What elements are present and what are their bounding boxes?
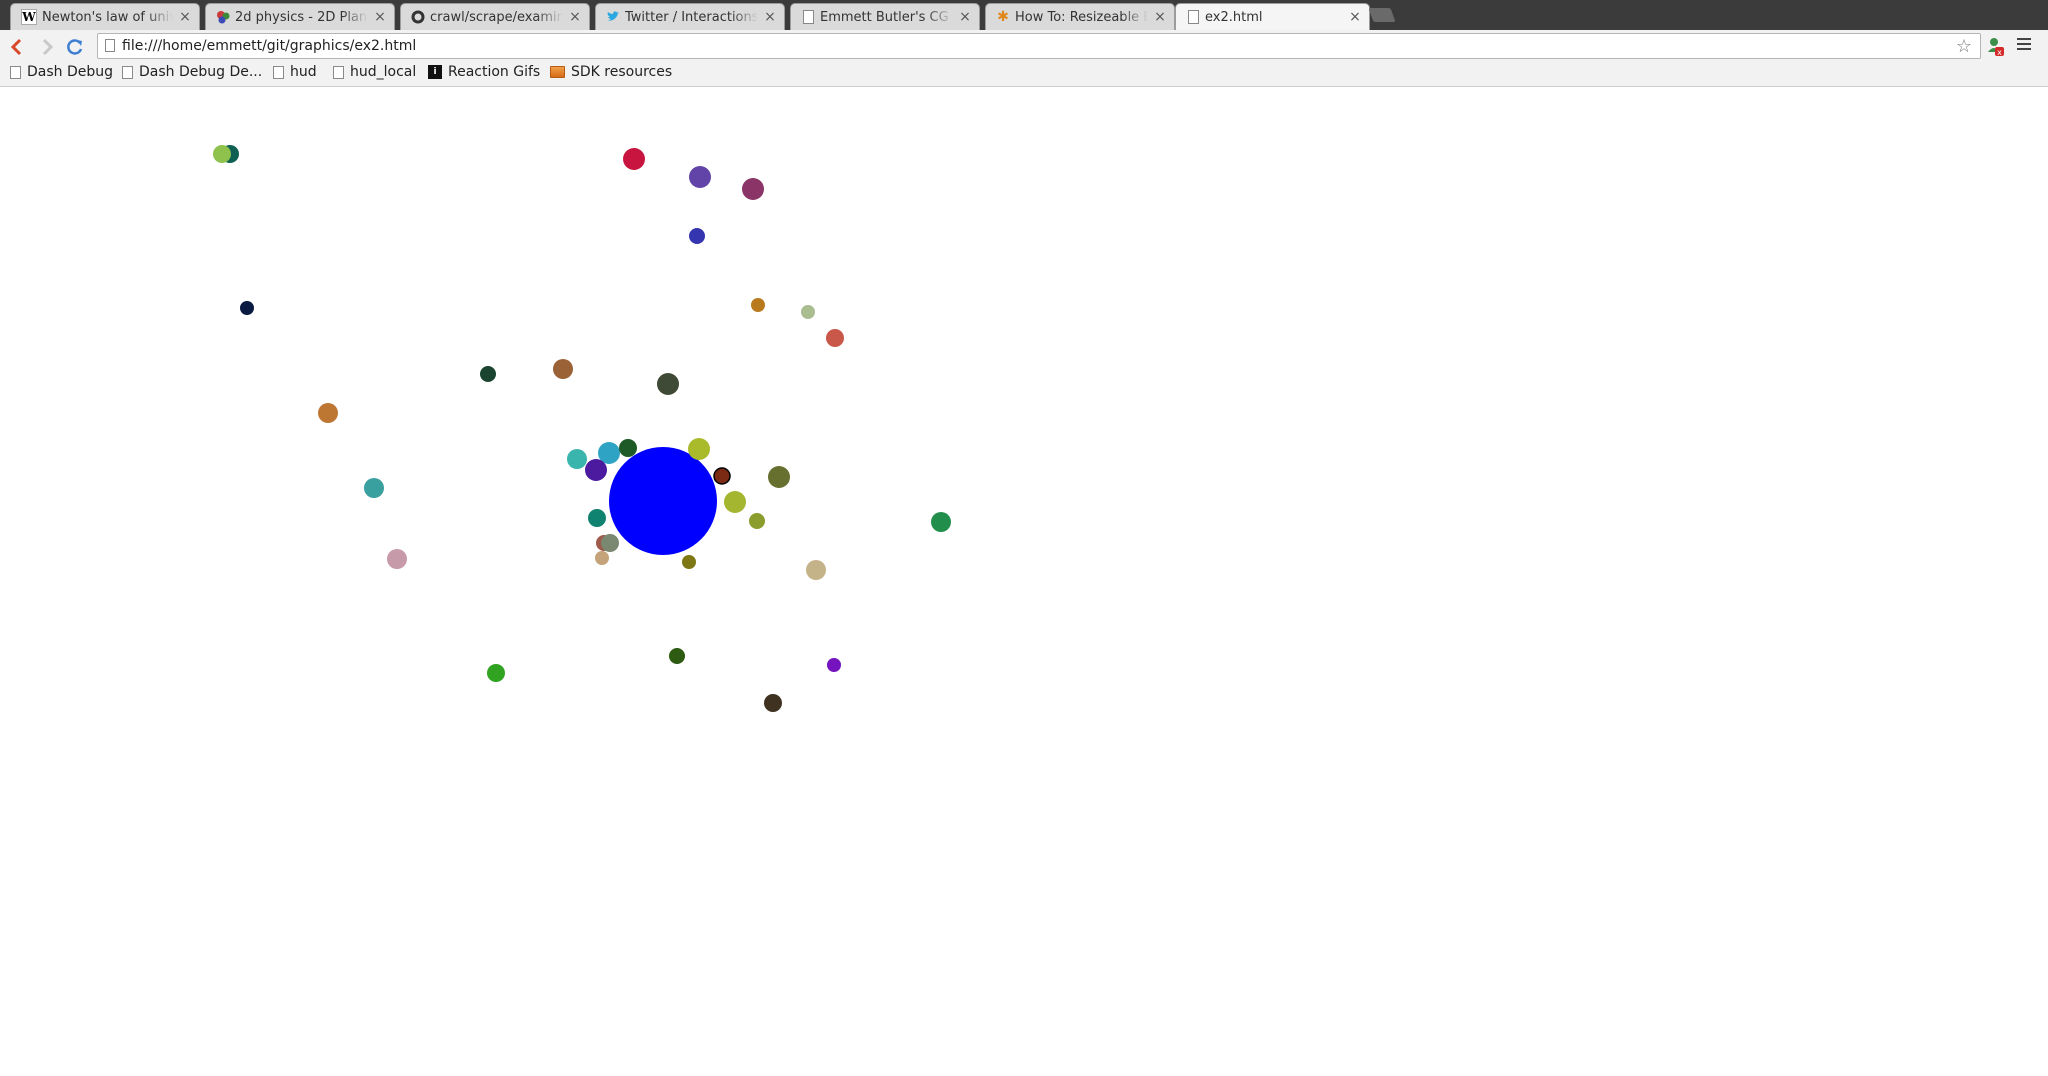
asterisk-icon: ✱ xyxy=(997,9,1009,25)
url-text[interactable]: file:///home/emmett/git/graphics/ex2.htm… xyxy=(122,38,416,54)
svg-text:x: x xyxy=(1997,48,2002,57)
forward-arrow-icon xyxy=(42,38,54,56)
page-icon xyxy=(1186,10,1200,24)
tab-title: How To: Resizeable Backg xyxy=(1015,9,1148,25)
tab-crawl[interactable]: crawl/scrape/examiner/p × xyxy=(400,3,590,30)
tab-newton[interactable]: W Newton's law of universal × xyxy=(10,3,200,30)
address-bar[interactable]: file:///home/emmett/git/graphics/ex2.htm… xyxy=(97,33,1981,59)
bookmark-dash-debug-de[interactable]: Dash Debug De... xyxy=(122,63,262,81)
page-icon xyxy=(105,39,115,52)
orbiting-body xyxy=(657,373,679,395)
orbiting-body xyxy=(480,366,496,382)
tab-cg-home[interactable]: Emmett Butler's CG home × xyxy=(790,3,980,30)
orbiting-body xyxy=(749,513,765,529)
orbiting-body xyxy=(595,551,609,565)
close-icon[interactable]: × xyxy=(1349,10,1361,24)
forward-button[interactable] xyxy=(36,36,58,58)
orbiting-body xyxy=(623,148,645,170)
orbiting-body xyxy=(487,664,505,682)
extension-icon[interactable]: x xyxy=(1985,36,2005,58)
tab-strip: W Newton's law of universal × 2d physics… xyxy=(0,0,2048,30)
orbiting-body xyxy=(688,438,710,460)
tab-title: 2d physics - 2D Planet Gra xyxy=(235,9,368,25)
reload-button[interactable] xyxy=(64,36,86,58)
reload-icon xyxy=(67,39,83,55)
orbiting-body xyxy=(827,658,841,672)
orbiting-body xyxy=(669,648,685,664)
gamedev-icon xyxy=(216,10,230,24)
bookmark-dash-debug[interactable]: Dash Debug xyxy=(10,63,113,81)
simulation-canvas[interactable] xyxy=(0,87,2048,1076)
bookmark-star-icon[interactable]: ☆ xyxy=(1956,36,1972,57)
folder-icon xyxy=(550,66,565,78)
orbiting-body xyxy=(682,555,696,569)
close-icon[interactable]: × xyxy=(374,10,386,24)
orbiting-body xyxy=(689,228,705,244)
orbiting-body xyxy=(567,449,587,469)
orbiting-body xyxy=(689,166,711,188)
back-button[interactable] xyxy=(6,36,28,58)
close-icon[interactable]: × xyxy=(959,10,971,24)
new-tab-button[interactable] xyxy=(1368,8,1396,22)
bookmark-sdk-resources[interactable]: SDK resources xyxy=(550,63,672,81)
menu-icon[interactable] xyxy=(2017,38,2031,52)
orbiting-body xyxy=(240,301,254,315)
bookmark-label: Dash Debug xyxy=(27,64,114,80)
orbiting-body xyxy=(713,467,731,485)
orbiting-body xyxy=(806,560,826,580)
orbiting-body xyxy=(601,534,619,552)
orbiting-body xyxy=(619,439,637,457)
github-icon xyxy=(411,10,425,24)
bookmark-reaction-gifs[interactable]: i Reaction Gifs xyxy=(428,63,540,81)
orbiting-body xyxy=(826,329,844,347)
page-icon xyxy=(333,65,344,79)
tab-2d-physics[interactable]: 2d physics - 2D Planet Gra × xyxy=(205,3,395,30)
tab-title: Newton's law of universal xyxy=(42,9,173,25)
orbiting-body xyxy=(553,359,573,379)
orbiting-body xyxy=(318,403,338,423)
page-icon xyxy=(10,65,21,79)
orbiting-body xyxy=(588,509,606,527)
close-icon[interactable]: × xyxy=(764,10,776,24)
bookmark-label: Reaction Gifs xyxy=(448,64,541,80)
gravity-simulation xyxy=(213,145,951,712)
info-icon: i xyxy=(428,65,442,79)
orbiting-body xyxy=(724,491,746,513)
tab-title: crawl/scrape/examiner/p xyxy=(430,9,563,25)
orbiting-body xyxy=(585,459,607,481)
close-icon[interactable]: × xyxy=(569,10,581,24)
orbiting-body xyxy=(364,478,384,498)
orbiting-body xyxy=(768,466,790,488)
orbiting-body xyxy=(213,145,231,163)
bookmark-hud[interactable]: hud xyxy=(273,63,317,81)
tab-title: Emmett Butler's CG home xyxy=(820,9,953,25)
orbiting-body xyxy=(801,305,815,319)
tab-twitter[interactable]: Twitter / Interactions × xyxy=(595,3,785,30)
bookmark-label: hud_local xyxy=(350,64,417,80)
orbiting-body xyxy=(742,178,764,200)
orbiting-body xyxy=(931,512,951,532)
close-icon[interactable]: × xyxy=(179,10,191,24)
close-icon[interactable]: × xyxy=(1154,10,1166,24)
tab-resizeable-background[interactable]: ✱ How To: Resizeable Backg × xyxy=(985,3,1175,30)
orbiting-body xyxy=(764,694,782,712)
page-icon xyxy=(273,65,284,79)
orbiting-body xyxy=(387,549,407,569)
wikipedia-icon: W xyxy=(21,9,37,25)
page-icon xyxy=(122,65,133,79)
tab-ex2[interactable]: ex2.html × xyxy=(1175,3,1370,30)
bookmark-label: Dash Debug De... xyxy=(139,64,263,80)
bookmark-label: hud xyxy=(290,64,317,80)
bookmark-hud-local[interactable]: hud_local xyxy=(333,63,416,81)
back-arrow-icon xyxy=(10,38,22,56)
central-body xyxy=(609,447,717,555)
twitter-icon xyxy=(606,10,620,24)
bookmark-label: SDK resources xyxy=(571,64,673,80)
page-icon xyxy=(801,10,815,24)
tab-title: Twitter / Interactions xyxy=(625,9,758,25)
orbiting-body xyxy=(751,298,765,312)
tab-title: ex2.html xyxy=(1205,9,1263,25)
